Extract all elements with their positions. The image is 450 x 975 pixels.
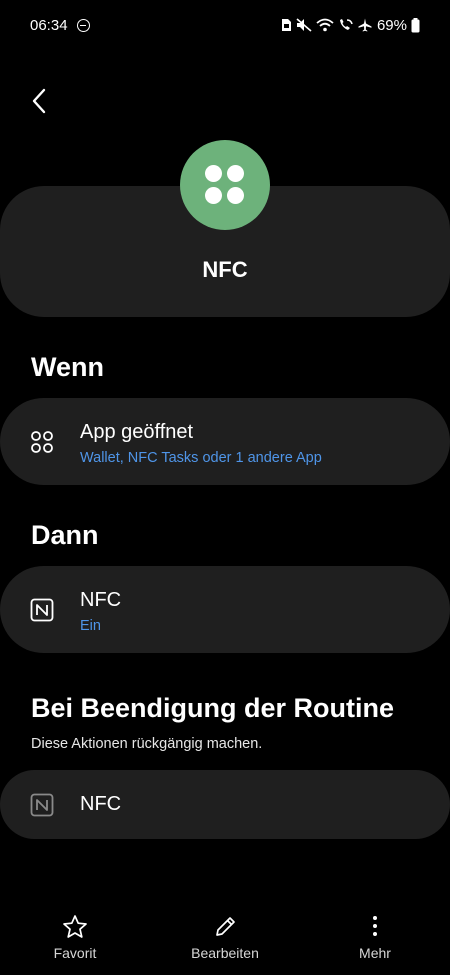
condition-card[interactable]: App geöffnet Wallet, NFC Tasks oder 1 an… <box>0 398 450 485</box>
wifi-icon <box>316 18 334 32</box>
end-heading: Bei Beendigung der Routine <box>31 693 395 723</box>
battery-icon <box>411 17 420 32</box>
when-heading: Wenn <box>31 352 104 382</box>
wifi-calling-icon <box>339 19 353 30</box>
end-action-title: NFC <box>80 793 122 815</box>
favorite-label: Favorit <box>53 945 97 961</box>
more-label: Mehr <box>359 945 391 961</box>
nfc-icon <box>30 793 54 817</box>
status-icons: 69% <box>281 15 420 35</box>
apps-icon <box>31 431 53 453</box>
more-button[interactable]: Mehr <box>315 900 435 970</box>
routine-icon-dot <box>227 187 244 204</box>
pencil-icon <box>216 917 235 936</box>
action-title: NFC <box>80 589 122 611</box>
dnd-icon <box>77 19 90 32</box>
back-button[interactable] <box>26 84 56 118</box>
nfc-icon <box>30 598 54 622</box>
sim-icon <box>281 19 291 31</box>
end-subheading: Diese Aktionen rückgängig machen. <box>31 736 263 752</box>
routine-icon-dot <box>205 165 222 182</box>
then-heading: Dann <box>31 520 99 550</box>
airplane-icon <box>358 18 372 32</box>
star-icon <box>63 915 87 938</box>
bottom-nav: Favorit Bearbeiten Mehr <box>0 900 450 975</box>
mute-icon <box>296 18 312 32</box>
routine-icon-dot <box>227 165 244 182</box>
favorite-button[interactable]: Favorit <box>15 900 135 970</box>
end-action-card[interactable]: NFC <box>0 770 450 839</box>
status-time: 06:34 <box>30 17 68 34</box>
action-detail: Ein <box>80 618 101 634</box>
edit-button[interactable]: Bearbeiten <box>165 900 285 970</box>
edit-label: Bearbeiten <box>191 945 259 961</box>
routine-icon-dot <box>205 187 222 204</box>
action-card[interactable]: NFC Ein <box>0 566 450 653</box>
condition-title: App geöffnet <box>80 421 194 443</box>
routine-title: NFC <box>202 257 248 282</box>
chevron-left-icon <box>32 88 46 114</box>
battery-percent: 69% <box>376 16 407 34</box>
routine-icon[interactable] <box>180 140 270 230</box>
condition-detail: Wallet, NFC Tasks oder 1 andere App <box>80 450 322 466</box>
more-vertical-icon <box>373 916 377 936</box>
status-bar: 06:34 69% <box>0 0 450 52</box>
